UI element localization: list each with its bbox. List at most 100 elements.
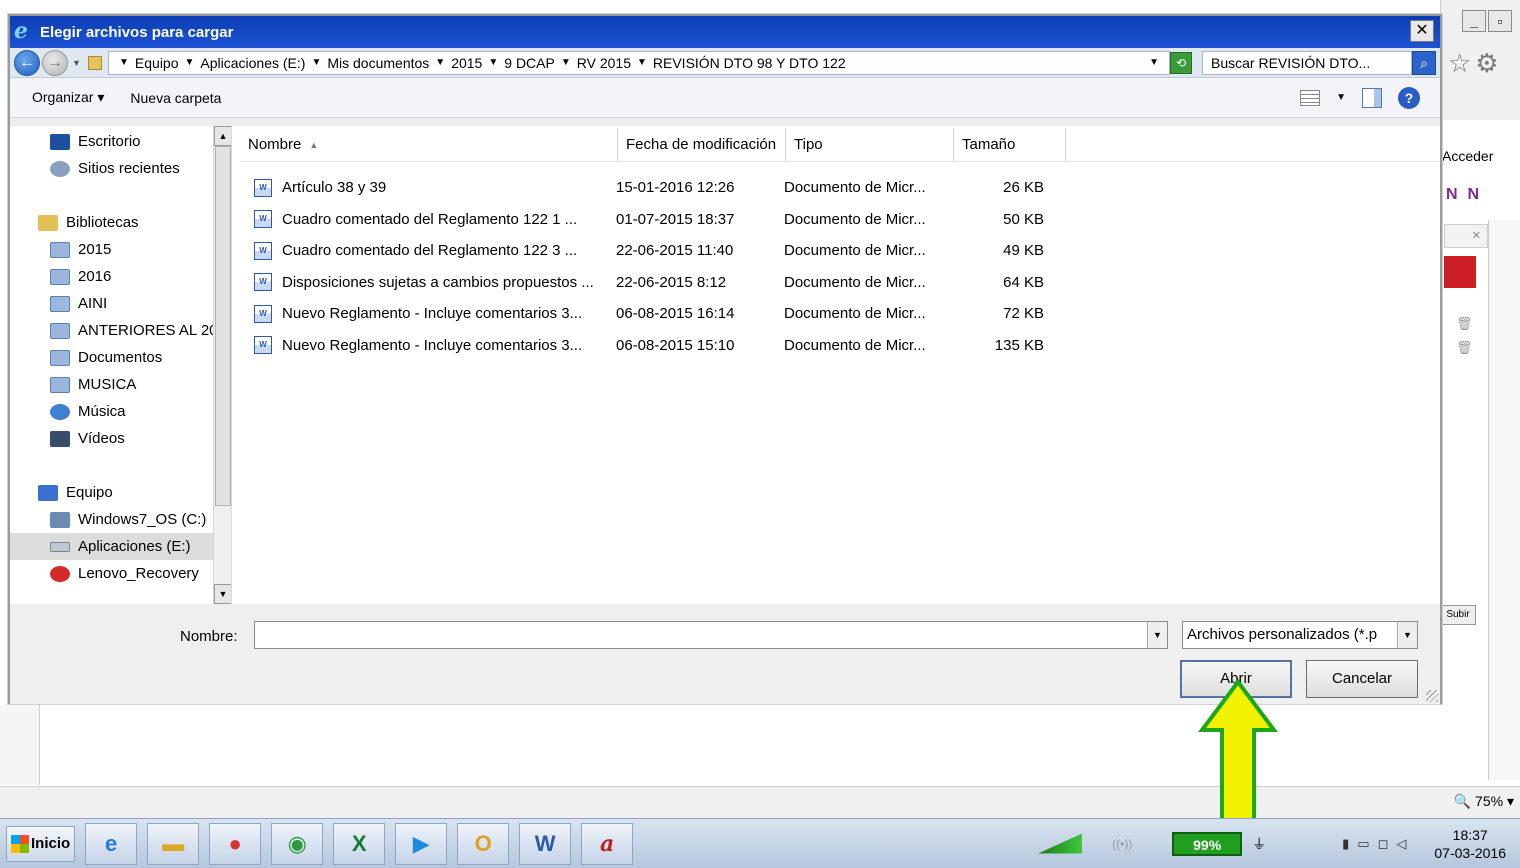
- nav-item-videos[interactable]: Vídeos: [10, 425, 231, 452]
- internet-explorer-icon: e: [14, 18, 28, 44]
- word-document-icon: W: [254, 273, 272, 292]
- breadcrumb-item: ▼ RV 2015: [560, 54, 631, 71]
- breadcrumb-item: ▼ 9 DCAP: [488, 54, 555, 71]
- acceder-link[interactable]: Acceder: [1442, 148, 1493, 164]
- media-player-app-icon[interactable]: ▶: [395, 822, 448, 865]
- address-row: ← → ▼ ▼ Equipo ▼ Aplicaciones (E:) ▼ Mis do…: [10, 48, 1440, 78]
- nav-item-lenovo-recovery[interactable]: Lenovo_Recovery: [10, 560, 231, 587]
- filename-input[interactable]: ▼: [254, 621, 1168, 649]
- dialog-title: Elegir archivos para cargar: [40, 23, 234, 41]
- excel-app-icon[interactable]: X: [333, 822, 386, 865]
- file-row[interactable]: W Cuadro comentado del Reglamento 122 1 .…: [240, 204, 1440, 236]
- word-app-icon[interactable]: W: [519, 822, 572, 865]
- word-document-icon: W: [254, 241, 272, 260]
- red-banner: [1444, 256, 1476, 288]
- file-explorer-app-icon[interactable]: ▬: [147, 822, 200, 865]
- power-plug-icon[interactable]: ⏚: [1252, 834, 1272, 854]
- taskbar: Inicio e ▬ ● ◉ X ▶ O W a ((•)) 99% ⏚ ▮▭◻…: [0, 818, 1520, 868]
- address-dropdown-icon[interactable]: ▼: [1149, 57, 1159, 68]
- computer-icon: [38, 484, 58, 501]
- refresh-button[interactable]: ⟲: [1170, 51, 1192, 74]
- column-header-date[interactable]: Fecha de modificación: [618, 128, 786, 161]
- zoom-level[interactable]: 🔍 75% ▾: [1454, 793, 1514, 810]
- nav-item-musica[interactable]: Música: [10, 398, 231, 425]
- signal-strength-icon[interactable]: [1038, 833, 1083, 854]
- file-row[interactable]: W Nuevo Reglamento - Incluye comentarios …: [240, 298, 1440, 330]
- subir-button[interactable]: Subir: [1440, 605, 1476, 625]
- file-list-pane: Nombre ▲ Fecha de modificación Tipo Tamañ…: [232, 126, 1440, 604]
- nav-item-2016[interactable]: 2016: [10, 263, 231, 290]
- nav-item-bibliotecas[interactable]: Bibliotecas: [10, 209, 231, 236]
- dialog-title-bar[interactable]: e Elegir archivos para cargar ✕: [10, 16, 1440, 48]
- file-type-filter[interactable]: Archivos personalizados (*.p ▼: [1182, 621, 1418, 649]
- help-icon[interactable]: ?: [1398, 86, 1420, 109]
- preview-pane-icon[interactable]: [1362, 87, 1382, 108]
- nav-item-anteriores[interactable]: ANTERIORES AL 20: [10, 317, 231, 344]
- scroll-thumb[interactable]: [215, 146, 231, 506]
- drive-icon: [50, 541, 70, 552]
- onenote-icon[interactable]: NN: [1446, 186, 1489, 204]
- file-row[interactable]: W Cuadro comentado del Reglamento 122 3 .…: [240, 235, 1440, 267]
- filename-label: Nombre:: [180, 628, 238, 645]
- library-icon: [50, 376, 70, 393]
- start-button[interactable]: Inicio: [6, 825, 76, 862]
- filename-dropdown-icon[interactable]: ▼: [1147, 622, 1167, 648]
- trash-icon[interactable]: 🗑: [1456, 316, 1473, 332]
- search-input[interactable]: Buscar REVISIÓN DTO...: [1202, 50, 1412, 75]
- page-scrollbar[interactable]: [1488, 220, 1520, 780]
- nav-item-aplicaciones[interactable]: Aplicaciones (E:): [10, 533, 231, 560]
- breadcrumb-item: ▼ 2015: [435, 54, 483, 71]
- breadcrumb[interactable]: ▼ Equipo ▼ Aplicaciones (E:) ▼ Mis document…: [108, 50, 1170, 75]
- panel-close-icon[interactable]: ✕: [1444, 224, 1488, 248]
- tray-icons[interactable]: ▮▭◻◁: [1342, 836, 1414, 852]
- nav-item-escritorio[interactable]: Escritorio: [10, 128, 231, 155]
- restore-button[interactable]: ▫: [1488, 10, 1512, 32]
- wireless-icon[interactable]: ((•)): [1112, 837, 1132, 851]
- organize-button[interactable]: Organizar ▾: [32, 89, 104, 106]
- recent-locations-dropdown[interactable]: ▼: [72, 58, 84, 68]
- nav-item-equipo[interactable]: Equipo: [10, 479, 231, 506]
- home-star-gear-icons[interactable]: ☆⚙: [1448, 48, 1503, 79]
- nav-item-aini[interactable]: AINI: [10, 290, 231, 317]
- cancel-button[interactable]: Cancelar: [1306, 660, 1418, 698]
- close-button[interactable]: ✕: [1410, 20, 1434, 42]
- nav-scrollbar[interactable]: ▲ ▼: [213, 126, 231, 604]
- nav-item-2015[interactable]: 2015: [10, 236, 231, 263]
- new-folder-button[interactable]: Nueva carpeta: [130, 90, 221, 106]
- music-icon: [50, 403, 70, 420]
- file-list: W Artículo 38 y 39 15-01-2016 12:26 Documen…: [240, 162, 1440, 361]
- forward-button[interactable]: →: [42, 49, 68, 76]
- nav-item-documentos[interactable]: Documentos: [10, 344, 231, 371]
- nav-item-sitios-recientes[interactable]: Sitios recientes: [10, 155, 231, 182]
- file-row[interactable]: W Artículo 38 y 39 15-01-2016 12:26 Documen…: [240, 172, 1440, 204]
- scroll-down-button[interactable]: ▼: [214, 584, 231, 604]
- battery-indicator[interactable]: 99%: [1172, 831, 1243, 856]
- back-button[interactable]: ←: [14, 49, 40, 76]
- column-header-type[interactable]: Tipo: [786, 128, 954, 161]
- view-dropdown-icon[interactable]: ▼: [1336, 92, 1346, 103]
- view-options-icon[interactable]: [1300, 89, 1321, 106]
- scroll-up-button[interactable]: ▲: [214, 126, 231, 146]
- page-left-margin: [0, 705, 40, 785]
- nav-item-musica-lib[interactable]: MUSICA: [10, 371, 231, 398]
- file-row[interactable]: W Nuevo Reglamento - Incluye comentarios …: [240, 330, 1440, 362]
- outlook-app-icon[interactable]: O: [457, 822, 510, 865]
- clock[interactable]: 18:37 07-03-2016: [1434, 826, 1506, 862]
- word-document-icon: W: [254, 336, 272, 355]
- filter-dropdown-icon[interactable]: ▼: [1397, 622, 1417, 648]
- minimize-button[interactable]: _: [1462, 10, 1486, 32]
- file-row[interactable]: W Disposiciones sujetas a cambios propues…: [240, 267, 1440, 299]
- trash-icon[interactable]: 🗑: [1456, 340, 1473, 356]
- nav-item-windows7-os[interactable]: Windows7_OS (C:): [10, 506, 231, 533]
- windows-logo-icon: [11, 834, 29, 853]
- internet-explorer-app-icon[interactable]: e: [85, 822, 138, 865]
- column-header-size[interactable]: Tamaño: [954, 128, 1066, 161]
- acrobat-app-icon[interactable]: a: [581, 822, 634, 865]
- chrome-app-icon[interactable]: ◉: [271, 822, 324, 865]
- resize-grip[interactable]: [1426, 690, 1438, 702]
- search-icon[interactable]: ⌕: [1412, 50, 1436, 75]
- word-document-icon: W: [254, 304, 272, 323]
- media-app-icon[interactable]: ●: [209, 822, 262, 865]
- documents-icon: [50, 349, 70, 366]
- column-header-name[interactable]: Nombre ▲: [240, 128, 618, 161]
